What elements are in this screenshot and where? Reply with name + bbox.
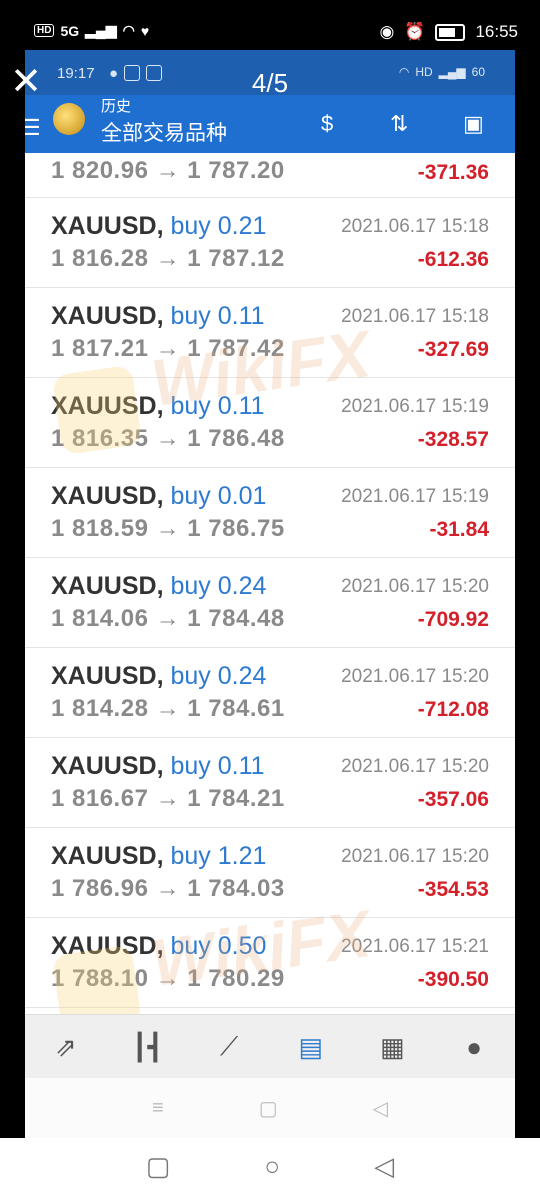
sort-icon[interactable]: ⇅ — [390, 111, 408, 137]
chat-icon[interactable]: ● — [454, 1027, 494, 1067]
trade-history-list: 1 820.96 → 1 787.20 -371.36 XAUUSD, buy … — [25, 153, 515, 1008]
signal-icon: ▂▄▆ — [85, 22, 117, 38]
trade-symbol: XAUUSD, buy 1.21 — [51, 842, 266, 871]
trade-symbol: XAUUSD, buy 0.24 — [51, 662, 266, 691]
page-indicator: 4/5 — [251, 68, 289, 98]
trade-prices: 1 786.96 → 1 784.03 — [51, 875, 285, 902]
trade-side: buy 0.21 — [170, 212, 267, 240]
trade-date: 2021.06.17 15:18 — [341, 216, 489, 237]
header-title[interactable]: 全部交易品种 — [101, 117, 227, 147]
trade-date: 2021.06.17 15:20 — [341, 666, 489, 687]
trade-date: 2021.06.17 15:20 — [341, 846, 489, 867]
back-icon[interactable]: ◁ — [373, 1096, 388, 1121]
list-item[interactable]: XAUUSD, buy 0.24 2021.06.17 15:20 1 814.06… — [25, 558, 515, 648]
list-item[interactable]: XAUUSD, buy 0.11 2021.06.17 15:20 1 816.67… — [25, 738, 515, 828]
back-icon[interactable]: ◁ — [374, 1151, 394, 1182]
list-item[interactable]: XAUUSD, buy 0.21 2021.06.17 15:18 1 816.28… — [25, 198, 515, 288]
symbol-name: XAUUSD, — [51, 482, 164, 510]
symbol-name: XAUUSD, — [51, 302, 164, 330]
home-icon[interactable]: ▢ — [259, 1096, 278, 1121]
trade-profit: -327.69 — [417, 338, 489, 361]
trade-icon[interactable]: ⟋ — [209, 1027, 249, 1067]
trade-prices: 1 817.21 → 1 787.42 — [51, 335, 285, 362]
list-item[interactable]: XAUUSD, buy 0.11 2021.06.17 15:18 1 817.21… — [25, 288, 515, 378]
inner-system-nav: ≡ ▢ ◁ — [25, 1078, 515, 1138]
trade-side: buy 0.50 — [170, 932, 267, 960]
bottom-nav: ⇗ ┃┫ ⟋ ▤ ▦ ● — [25, 1014, 515, 1079]
trade-profit: -354.53 — [417, 878, 489, 901]
wifi-icon: ◠ — [122, 22, 135, 38]
symbol-name: XAUUSD, — [51, 752, 164, 780]
quotes-icon[interactable]: ⇗ — [46, 1027, 86, 1067]
trade-symbol: XAUUSD, buy 0.11 — [51, 752, 265, 781]
trade-date: 2021.06.17 15:21 — [341, 936, 489, 957]
trade-date: 2021.06.17 15:18 — [341, 306, 489, 327]
trade-side: buy 0.11 — [170, 302, 265, 330]
trade-symbol: XAUUSD, buy 0.11 — [51, 302, 265, 331]
watermark-logo — [51, 364, 143, 456]
symbol-name: XAUUSD, — [51, 212, 164, 240]
trade-symbol: XAUUSD, buy 0.01 — [51, 482, 266, 511]
trade-profit: -357.06 — [417, 788, 489, 811]
trade-prices: 1 814.28 → 1 784.61 — [51, 695, 285, 722]
symbol-name: XAUUSD, — [51, 842, 164, 870]
trade-prices: 1 820.96 → 1 787.20 — [51, 157, 285, 184]
home-icon[interactable]: ○ — [264, 1151, 280, 1182]
hd-icon: HD — [34, 24, 55, 37]
trade-profit: -328.57 — [417, 428, 489, 451]
trade-profit: -371.36 — [417, 161, 489, 184]
list-item[interactable]: XAUUSD, buy 1.21 2021.06.17 15:20 1 786.96… — [25, 828, 515, 918]
trade-date: 2021.06.17 15:20 — [341, 576, 489, 597]
trade-symbol: XAUUSD, buy 0.24 — [51, 572, 266, 601]
trade-prices: 1 814.06 → 1 784.48 — [51, 605, 285, 632]
list-item[interactable]: XAUUSD, buy 0.01 2021.06.17 15:19 1 818.59… — [25, 468, 515, 558]
trade-profit: -712.08 — [417, 698, 489, 721]
symbol-name: XAUUSD, — [51, 662, 164, 690]
trade-symbol: XAUUSD, buy 0.21 — [51, 212, 266, 241]
history-icon[interactable]: ▤ — [291, 1027, 331, 1067]
eye-icon: ◉ — [379, 22, 395, 41]
list-item[interactable]: 1 820.96 → 1 787.20 -371.36 — [25, 153, 515, 198]
recent-apps-icon[interactable]: ▢ — [146, 1151, 171, 1182]
trade-side: buy 0.24 — [170, 662, 267, 690]
status-left-icons: HD 5G ▂▄▆ ◠ ♥ — [34, 22, 149, 39]
trade-date: 2021.06.17 15:20 — [341, 756, 489, 777]
trade-profit: -390.50 — [417, 968, 489, 991]
battery-icon — [435, 23, 466, 41]
app-header: ☰ 历史 全部交易品种 $ ⇅ ▣ — [25, 95, 515, 153]
chart-icon[interactable]: ┃┫ — [127, 1027, 167, 1067]
currency-sync-icon[interactable]: $ — [321, 111, 333, 137]
alarm-icon: ⏰ — [404, 22, 426, 41]
symbol-name: XAUUSD, — [51, 572, 164, 600]
status-time: 16:55 — [475, 22, 518, 41]
menu-icon[interactable]: ≡ — [152, 1097, 164, 1120]
trade-side: buy 0.01 — [170, 482, 267, 510]
trade-profit: -612.36 — [417, 248, 489, 271]
status-right-icons: ◉ ⏰ 16:55 — [379, 22, 518, 42]
trade-side: buy 0.24 — [170, 572, 267, 600]
trade-prices: 1 816.67 → 1 784.21 — [51, 785, 285, 812]
phone-system-nav: ▢ ○ ◁ — [0, 1138, 540, 1194]
list-item[interactable]: XAUUSD, buy 0.24 2021.06.17 15:20 1 814.28… — [25, 648, 515, 738]
trade-profit: -31.84 — [429, 518, 489, 541]
trade-prices: 1 816.28 → 1 787.12 — [51, 245, 285, 272]
network-label: 5G — [60, 22, 80, 39]
trade-prices: 1 818.59 → 1 786.75 — [51, 515, 285, 542]
heart-icon: ♥ — [140, 22, 150, 39]
calendar-icon[interactable]: ▣ — [463, 111, 484, 137]
trade-profit: -709.92 — [417, 608, 489, 631]
news-icon[interactable]: ▦ — [372, 1027, 412, 1067]
screenshot-frame: 19:17 ● ◠ HD ▂▄▆ 60 ☰ 历史 全部交易品种 $ ⇅ ▣ 1 … — [25, 50, 515, 1138]
trade-side: buy 0.11 — [170, 392, 265, 420]
menu-icon[interactable]: ☰ — [25, 115, 41, 141]
app-logo — [53, 103, 85, 135]
trade-side: buy 1.21 — [170, 842, 267, 870]
trade-date: 2021.06.17 15:19 — [341, 486, 489, 507]
trade-date: 2021.06.17 15:19 — [341, 396, 489, 417]
trade-side: buy 0.11 — [170, 752, 265, 780]
